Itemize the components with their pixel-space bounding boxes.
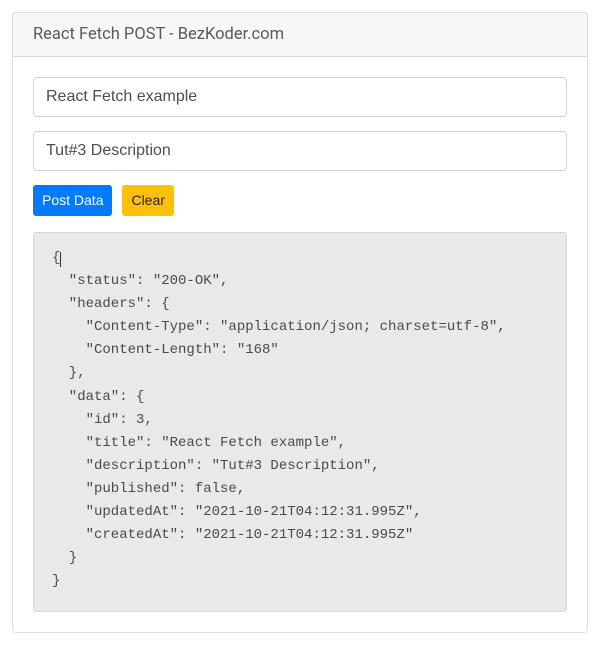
response-output: { "status": "200-OK", "headers": { "Cont… [33,232,567,612]
clear-button[interactable]: Clear [122,185,173,216]
post-data-button[interactable]: Post Data [33,185,112,216]
card-container: React Fetch POST - BezKoder.com Post Dat… [12,12,588,633]
text-cursor-icon [60,252,61,267]
title-input[interactable] [33,77,567,117]
response-body: "status": "200-OK", "headers": { "Conten… [52,273,506,589]
button-row: Post Data Clear [33,185,567,216]
card-body: Post Data Clear { "status": "200-OK", "h… [13,57,587,632]
description-input[interactable] [33,131,567,171]
card-header: React Fetch POST - BezKoder.com [13,13,587,57]
page-title: React Fetch POST - BezKoder.com [33,25,284,44]
